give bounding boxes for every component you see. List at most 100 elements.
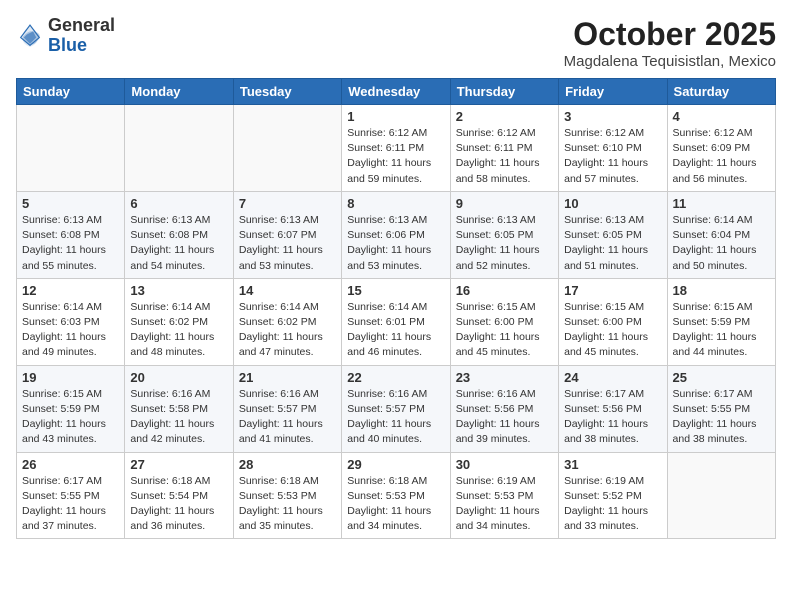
calendar-cell: 20 Sunrise: 6:16 AMSunset: 5:58 PMDayligh…: [125, 365, 233, 452]
calendar-cell: 26Sunrise: 6:17 AMSunset: 5:55 PMDayligh…: [17, 452, 125, 539]
calendar-cell: 21 Sunrise: 6:16 AMSunset: 5:57 PMDayligh…: [233, 365, 341, 452]
calendar-cell: 22Sunrise: 6:16 AMSunset: 5:57 PMDayligh…: [342, 365, 450, 452]
day-info: Sunrise: 6:13 AMSunset: 6:06 PMDaylight:…: [347, 213, 444, 274]
day-number: 1: [347, 109, 444, 124]
day-number: 11: [673, 196, 770, 211]
logo: General Blue: [16, 16, 115, 56]
calendar-cell: 8 Sunrise: 6:13 AMSunset: 6:06 PMDaylight…: [342, 191, 450, 278]
weekday-header: Sunday: [17, 79, 125, 105]
calendar-cell: [17, 105, 125, 192]
calendar-cell: 10Sunrise: 6:13 AMSunset: 6:05 PMDayligh…: [559, 191, 667, 278]
logo-icon: [16, 22, 44, 50]
day-info: Sunrise: 6:14 AMSunset: 6:01 PMDaylight:…: [347, 300, 444, 361]
day-number: 2: [456, 109, 553, 124]
day-info: Sunrise: 6:12 AMSunset: 6:11 PMDaylight:…: [347, 126, 444, 187]
day-info: Sunrise: 6:13 AMSunset: 6:05 PMDaylight:…: [456, 213, 553, 274]
day-info: Sunrise: 6:18 AMSunset: 5:53 PMDaylight:…: [347, 474, 444, 535]
calendar-week-row: 19 Sunrise: 6:15 AMSunset: 5:59 PMDayligh…: [17, 365, 776, 452]
day-number: 28: [239, 457, 336, 472]
day-number: 31: [564, 457, 661, 472]
day-number: 13: [130, 283, 227, 298]
calendar-cell: 24 Sunrise: 6:17 AMSunset: 5:56 PMDayligh…: [559, 365, 667, 452]
day-info: Sunrise: 6:18 AMSunset: 5:53 PMDaylight:…: [239, 474, 336, 535]
calendar-cell: 18 Sunrise: 6:15 AMSunset: 5:59 PMDayligh…: [667, 278, 775, 365]
calendar-cell: 12 Sunrise: 6:14 AMSunset: 6:03 PMDayligh…: [17, 278, 125, 365]
day-number: 14: [239, 283, 336, 298]
day-info: Sunrise: 6:16 AMSunset: 5:56 PMDaylight:…: [456, 387, 553, 448]
day-number: 25: [673, 370, 770, 385]
weekday-header: Thursday: [450, 79, 558, 105]
calendar-cell: 6Sunrise: 6:13 AMSunset: 6:08 PMDaylight…: [125, 191, 233, 278]
day-info: Sunrise: 6:12 AMSunset: 6:11 PMDaylight:…: [456, 126, 553, 187]
day-info: Sunrise: 6:16 AMSunset: 5:58 PMDaylight:…: [130, 387, 227, 448]
calendar-cell: 30Sunrise: 6:19 AMSunset: 5:53 PMDayligh…: [450, 452, 558, 539]
calendar-cell: 1 Sunrise: 6:12 AMSunset: 6:11 PMDaylight…: [342, 105, 450, 192]
calendar-cell: 23 Sunrise: 6:16 AMSunset: 5:56 PMDayligh…: [450, 365, 558, 452]
day-info: Sunrise: 6:13 AMSunset: 6:05 PMDaylight:…: [564, 213, 661, 274]
day-info: Sunrise: 6:16 AMSunset: 5:57 PMDaylight:…: [347, 387, 444, 448]
calendar-cell: 2 Sunrise: 6:12 AMSunset: 6:11 PMDaylight…: [450, 105, 558, 192]
day-number: 17: [564, 283, 661, 298]
calendar-cell: 4Sunrise: 6:12 AMSunset: 6:09 PMDaylight…: [667, 105, 775, 192]
weekday-header: Tuesday: [233, 79, 341, 105]
calendar-cell: 7 Sunrise: 6:13 AMSunset: 6:07 PMDaylight…: [233, 191, 341, 278]
location: Magdalena Tequisistlan, Mexico: [564, 53, 776, 70]
calendar-cell: 9 Sunrise: 6:13 AMSunset: 6:05 PMDaylight…: [450, 191, 558, 278]
calendar-cell: 19 Sunrise: 6:15 AMSunset: 5:59 PMDayligh…: [17, 365, 125, 452]
calendar-cell: 5Sunrise: 6:13 AMSunset: 6:08 PMDaylight…: [17, 191, 125, 278]
day-number: 7: [239, 196, 336, 211]
day-number: 20: [130, 370, 227, 385]
day-number: 4: [673, 109, 770, 124]
calendar-cell: 27Sunrise: 6:18 AMSunset: 5:54 PMDayligh…: [125, 452, 233, 539]
calendar-week-row: 12 Sunrise: 6:14 AMSunset: 6:03 PMDayligh…: [17, 278, 776, 365]
day-number: 3: [564, 109, 661, 124]
calendar-cell: 16Sunrise: 6:15 AMSunset: 6:00 PMDayligh…: [450, 278, 558, 365]
calendar-cell: 11Sunrise: 6:14 AMSunset: 6:04 PMDayligh…: [667, 191, 775, 278]
calendar-week-row: 5Sunrise: 6:13 AMSunset: 6:08 PMDaylight…: [17, 191, 776, 278]
day-info: Sunrise: 6:12 AMSunset: 6:10 PMDaylight:…: [564, 126, 661, 187]
day-info: Sunrise: 6:18 AMSunset: 5:54 PMDaylight:…: [130, 474, 227, 535]
weekday-header: Friday: [559, 79, 667, 105]
calendar-cell: [233, 105, 341, 192]
weekday-header: Saturday: [667, 79, 775, 105]
calendar-cell: 29 Sunrise: 6:18 AMSunset: 5:53 PMDayligh…: [342, 452, 450, 539]
day-number: 16: [456, 283, 553, 298]
calendar-table: SundayMondayTuesdayWednesdayThursdayFrid…: [16, 78, 776, 539]
calendar-cell: 3 Sunrise: 6:12 AMSunset: 6:10 PMDaylight…: [559, 105, 667, 192]
calendar-header-row: SundayMondayTuesdayWednesdayThursdayFrid…: [17, 79, 776, 105]
logo-blue: Blue: [48, 35, 87, 55]
day-info: Sunrise: 6:13 AMSunset: 6:07 PMDaylight:…: [239, 213, 336, 274]
day-info: Sunrise: 6:17 AMSunset: 5:55 PMDaylight:…: [673, 387, 770, 448]
calendar-cell: 28 Sunrise: 6:18 AMSunset: 5:53 PMDayligh…: [233, 452, 341, 539]
day-number: 21: [239, 370, 336, 385]
calendar-cell: 17Sunrise: 6:15 AMSunset: 6:00 PMDayligh…: [559, 278, 667, 365]
calendar-week-row: 1 Sunrise: 6:12 AMSunset: 6:11 PMDaylight…: [17, 105, 776, 192]
day-number: 23: [456, 370, 553, 385]
day-number: 29: [347, 457, 444, 472]
day-info: Sunrise: 6:14 AMSunset: 6:02 PMDaylight:…: [130, 300, 227, 361]
day-number: 12: [22, 283, 119, 298]
day-number: 5: [22, 196, 119, 211]
calendar-cell: 31Sunrise: 6:19 AMSunset: 5:52 PMDayligh…: [559, 452, 667, 539]
weekday-header: Wednesday: [342, 79, 450, 105]
day-info: Sunrise: 6:17 AMSunset: 5:56 PMDaylight:…: [564, 387, 661, 448]
day-number: 15: [347, 283, 444, 298]
logo-text: General Blue: [48, 16, 115, 56]
weekday-header: Monday: [125, 79, 233, 105]
calendar-cell: 13 Sunrise: 6:14 AMSunset: 6:02 PMDayligh…: [125, 278, 233, 365]
day-info: Sunrise: 6:15 AMSunset: 5:59 PMDaylight:…: [22, 387, 119, 448]
day-info: Sunrise: 6:14 AMSunset: 6:03 PMDaylight:…: [22, 300, 119, 361]
logo-general: General: [48, 15, 115, 35]
calendar-cell: [125, 105, 233, 192]
day-number: 8: [347, 196, 444, 211]
day-info: Sunrise: 6:16 AMSunset: 5:57 PMDaylight:…: [239, 387, 336, 448]
day-number: 19: [22, 370, 119, 385]
day-number: 18: [673, 283, 770, 298]
calendar-cell: 15 Sunrise: 6:14 AMSunset: 6:01 PMDayligh…: [342, 278, 450, 365]
day-info: Sunrise: 6:19 AMSunset: 5:53 PMDaylight:…: [456, 474, 553, 535]
day-number: 6: [130, 196, 227, 211]
day-number: 26: [22, 457, 119, 472]
day-number: 9: [456, 196, 553, 211]
day-info: Sunrise: 6:15 AMSunset: 5:59 PMDaylight:…: [673, 300, 770, 361]
day-number: 24: [564, 370, 661, 385]
